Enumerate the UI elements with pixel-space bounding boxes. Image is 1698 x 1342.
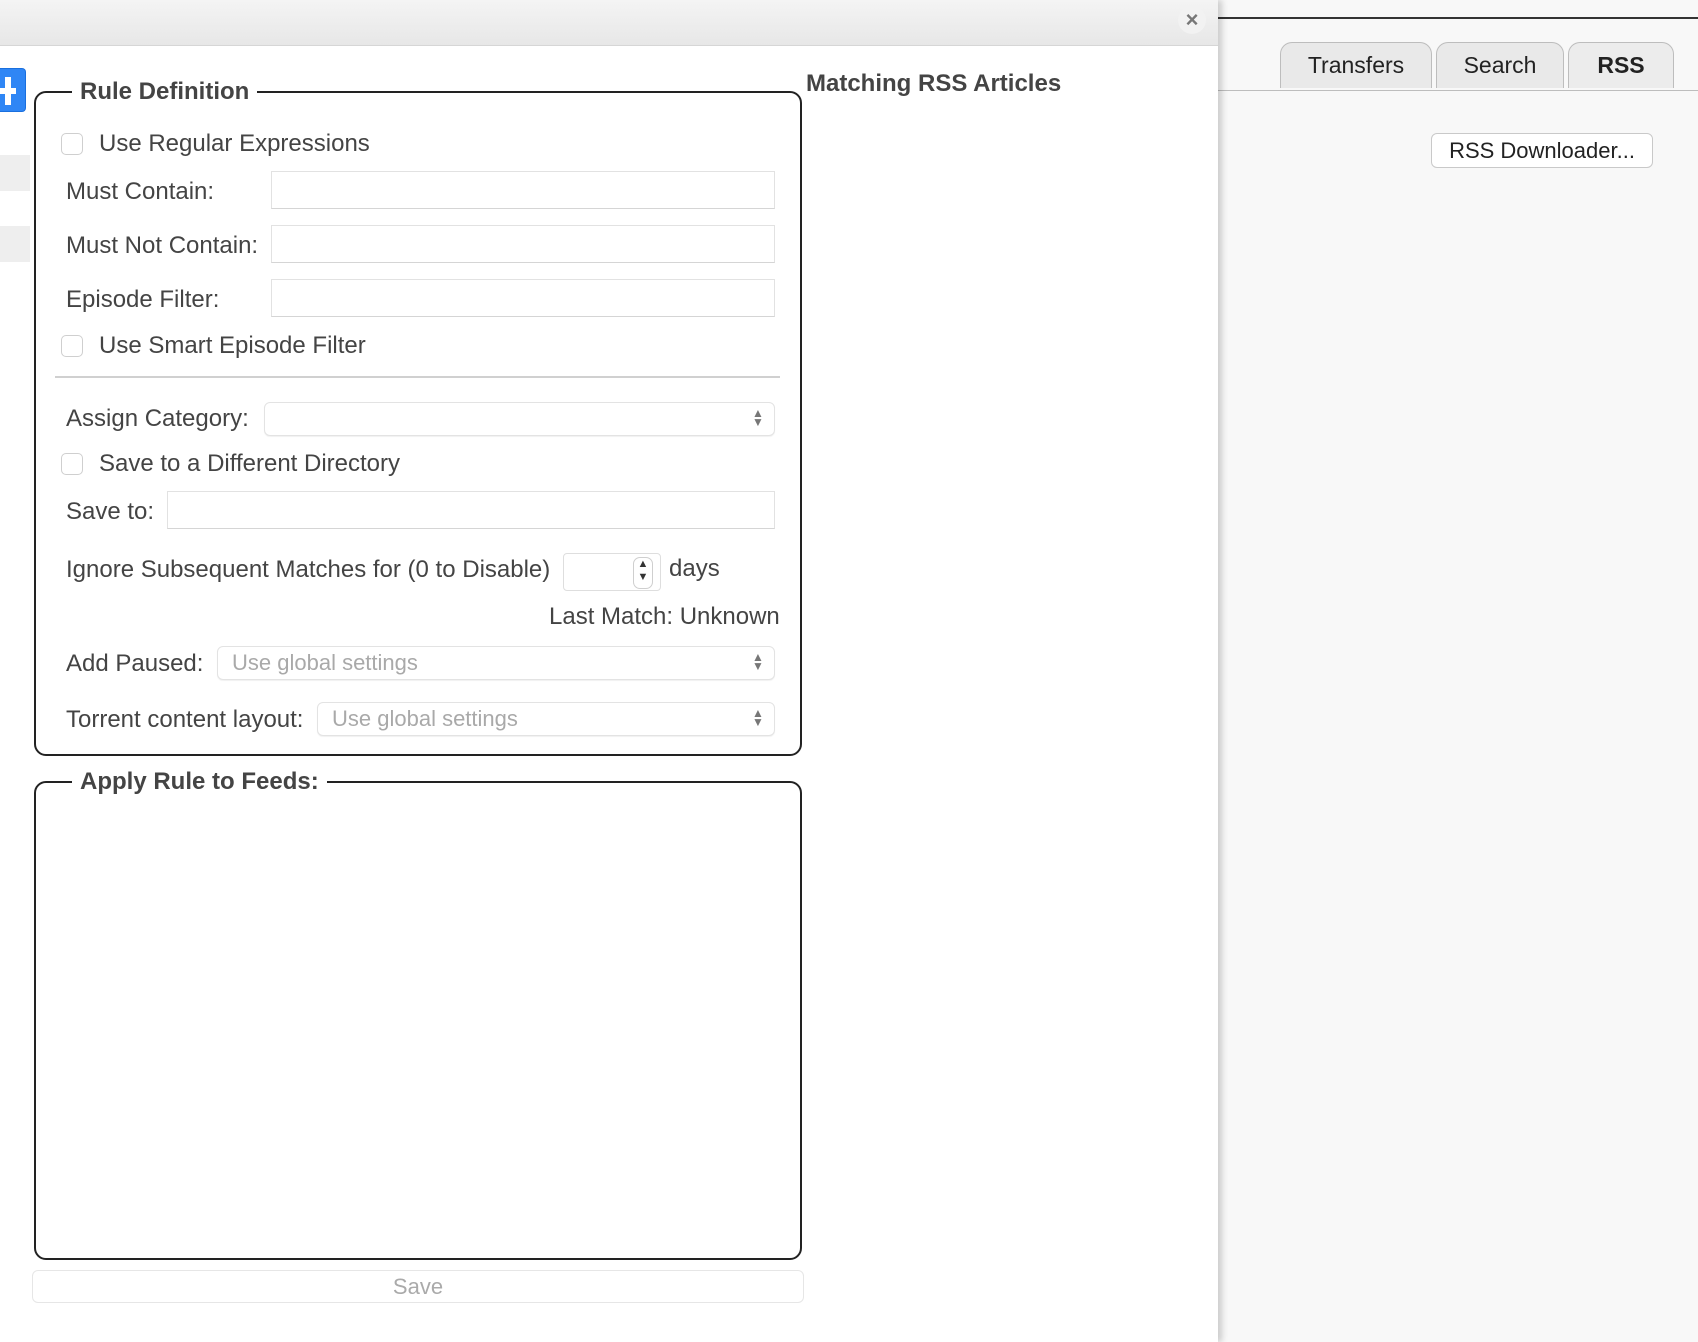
assign-category-select[interactable]: ▲ ▼ <box>264 402 775 436</box>
add-paused-label: Add Paused: <box>66 650 204 677</box>
dialog-header: × <box>0 0 1218 46</box>
save-different-dir-checkbox[interactable] <box>61 453 83 475</box>
last-match-label: Last Match: Unknown <box>549 603 780 630</box>
smart-episode-label: Use Smart Episode Filter <box>99 332 366 359</box>
rule-list-row[interactable] <box>0 155 30 191</box>
use-regex-checkbox[interactable] <box>61 133 83 155</box>
chevron-updown-icon: ▲ ▼ <box>752 650 764 673</box>
save-different-dir-label: Save to a Different Directory <box>99 450 401 477</box>
chevron-updown-icon: ▲ ▼ <box>752 406 764 429</box>
must-not-contain-label: Must Not Contain: <box>66 232 259 259</box>
stepper-arrows-icon[interactable]: ▲ ▼ <box>633 557 653 589</box>
main-tab-bar: Transfers Search RSS <box>1218 40 1698 91</box>
ignore-days-spinbox[interactable]: ▲ ▼ <box>563 553 661 591</box>
chevron-updown-icon: ▲ ▼ <box>752 706 764 729</box>
top-divider <box>1218 17 1698 19</box>
tab-rss[interactable]: RSS <box>1568 42 1674 88</box>
smart-episode-checkbox[interactable] <box>61 335 83 357</box>
episode-filter-label: Episode Filter: <box>66 286 220 313</box>
content-layout-select[interactable]: Use global settings ▲ ▼ <box>317 702 775 736</box>
save-button[interactable]: Save <box>32 1270 804 1303</box>
add-paused-select[interactable]: Use global settings ▲ ▼ <box>217 646 775 680</box>
rss-downloader-dialog: × Rule Definition Use Regular Expression… <box>0 0 1218 1342</box>
content-layout-label: Torrent content layout: <box>66 706 304 733</box>
tab-search[interactable]: Search <box>1436 42 1564 88</box>
days-label: days <box>669 555 720 582</box>
close-icon[interactable]: × <box>1178 6 1206 34</box>
tab-transfers[interactable]: Transfers <box>1280 42 1432 88</box>
must-not-contain-input[interactable] <box>271 225 775 263</box>
section-divider <box>55 376 780 378</box>
rule-definition-legend: Rule Definition <box>80 78 250 105</box>
matching-articles-title: Matching RSS Articles <box>806 70 1062 97</box>
add-rule-icon[interactable] <box>0 68 26 112</box>
assign-category-label: Assign Category: <box>66 405 249 432</box>
rule-list-row[interactable] <box>0 226 30 262</box>
must-contain-label: Must Contain: <box>66 178 215 205</box>
save-to-label: Save to: <box>66 498 155 525</box>
save-to-input[interactable] <box>167 491 775 529</box>
content-layout-value: Use global settings <box>332 706 518 731</box>
rss-downloader-button[interactable]: RSS Downloader... <box>1431 133 1653 168</box>
must-contain-input[interactable] <box>271 171 775 209</box>
add-paused-value: Use global settings <box>232 650 418 675</box>
ignore-matches-label: Ignore Subsequent Matches for (0 to Disa… <box>66 556 551 583</box>
apply-feeds-group: Apply Rule to Feeds: <box>34 768 802 1260</box>
episode-filter-input[interactable] <box>271 279 775 317</box>
use-regex-label: Use Regular Expressions <box>99 130 370 157</box>
apply-feeds-legend: Apply Rule to Feeds: <box>80 768 319 795</box>
